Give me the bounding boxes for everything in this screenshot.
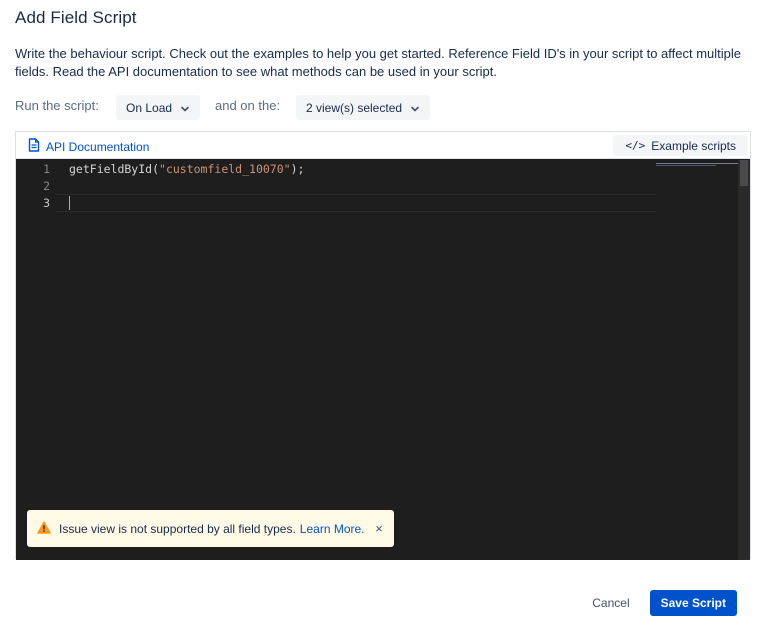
trigger-select-value: On Load — [126, 100, 173, 115]
learn-more-link[interactable]: Learn More. — [300, 522, 365, 536]
close-icon[interactable]: × — [372, 521, 386, 536]
minimap — [656, 163, 742, 164]
trigger-select[interactable]: On Load — [116, 95, 201, 120]
line-number: 1 — [43, 162, 50, 176]
minimap — [656, 165, 716, 166]
line-number: 2 — [43, 179, 50, 193]
code-token: ); — [290, 162, 305, 176]
chevron-down-icon — [410, 103, 420, 113]
editor-toolbar: API Documentation </> Example scripts — [16, 132, 750, 159]
dialog-description: Write the behaviour script. Check out th… — [15, 46, 742, 79]
warning-icon — [37, 520, 51, 537]
script-editor: API Documentation </> Example scripts 1 … — [15, 131, 751, 560]
views-select-value: 2 view(s) selected — [306, 100, 403, 115]
api-documentation-label: API Documentation — [46, 139, 150, 154]
scrollbar-thumb[interactable] — [740, 160, 748, 186]
editor-scrollbar[interactable] — [738, 160, 750, 560]
add-field-script-dialog: Add Field Script Write the behaviour scr… — [0, 0, 764, 631]
code-editor-area[interactable]: 1 2 3 getFieldById("customfield_10070"); — [16, 160, 750, 560]
run-script-label: Run the script: — [15, 98, 99, 113]
example-scripts-label: Example scripts — [651, 138, 736, 153]
chevron-down-icon — [180, 103, 190, 113]
text-cursor — [69, 196, 70, 210]
code-icon: </> — [625, 139, 646, 152]
dialog-title: Add Field Script — [15, 8, 137, 27]
and-on-label: and on the: — [215, 98, 281, 113]
code-string-token: "customfield_10070" — [159, 162, 291, 176]
code-token: getFieldById( — [69, 162, 160, 176]
current-line-highlight — [56, 194, 656, 212]
line-number: 3 — [43, 196, 50, 210]
document-icon — [28, 138, 46, 155]
cancel-button[interactable]: Cancel — [580, 590, 641, 616]
code-line: getFieldById("customfield_10070"); — [69, 162, 304, 176]
toast-message: Issue view is not supported by all field… — [59, 521, 296, 536]
run-options-row: Run the script: On Load and on the: 2 vi… — [15, 95, 755, 120]
views-select[interactable]: 2 view(s) selected — [296, 95, 431, 120]
save-script-button[interactable]: Save Script — [649, 590, 737, 616]
example-scripts-button[interactable]: </> Example scripts — [613, 135, 748, 156]
dialog-footer: Cancel Save Script — [580, 590, 737, 616]
warning-toast: Issue view is not supported by all field… — [27, 510, 394, 547]
api-documentation-link[interactable]: API Documentation — [28, 138, 149, 155]
